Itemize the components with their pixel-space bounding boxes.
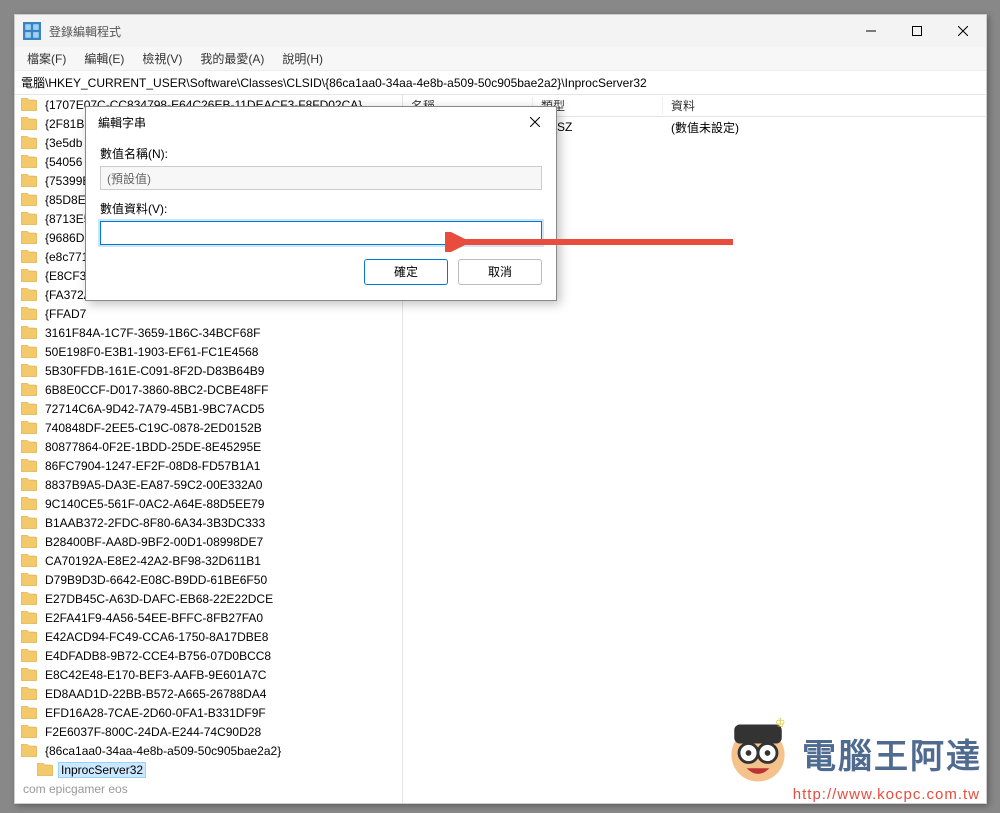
tree-item[interactable]: B28400BF-AA8D-9BF2-00D1-08998DE7 — [15, 532, 402, 551]
window-title: 登錄編輯程式 — [49, 23, 848, 40]
address-bar[interactable]: 電腦\HKEY_CURRENT_USER\Software\Classes\CL… — [15, 71, 986, 95]
tree-item-label: {e8c771 — [43, 250, 90, 264]
tree-item[interactable]: CA70192A-E8E2-42A2-BF98-32D611B1 — [15, 551, 402, 570]
svg-text:♔: ♔ — [775, 717, 785, 729]
value-name-input[interactable] — [100, 166, 542, 190]
app-icon — [23, 22, 41, 40]
tree-item-selected[interactable]: InprocServer32 — [15, 760, 402, 779]
tree-item[interactable]: {86ca1aa0-34aa-4e8b-a509-50c905bae2a2} — [15, 741, 402, 760]
cancel-button[interactable]: 取消 — [458, 259, 542, 285]
minimize-button[interactable] — [848, 15, 894, 47]
tree-item-label: B1AAB372-2FDC-8F80-6A34-3B3DC333 — [43, 516, 267, 530]
watermark-url: http://www.kocpc.com.tw — [793, 786, 980, 803]
tree-item-label: ED8AAD1D-22BB-B572-A665-26788DA4 — [43, 687, 268, 701]
tree-item-label: E8C42E48-E170-BEF3-AAFB-9E601A7C — [43, 668, 268, 682]
value-data-input[interactable] — [100, 221, 542, 245]
tree-item[interactable]: 72714C6A-9D42-7A79-45B1-9BC7ACD5 — [15, 399, 402, 418]
tree-item-label: 86FC7904-1247-EF2F-08D8-FD57B1A1 — [43, 459, 262, 473]
dialog-buttons: 確定 取消 — [100, 259, 542, 285]
close-button[interactable] — [940, 15, 986, 47]
tree-item[interactable]: 3161F84A-1C7F-3659-1B6C-34BCF68F — [15, 323, 402, 342]
tree-item[interactable]: B1AAB372-2FDC-8F80-6A34-3B3DC333 — [15, 513, 402, 532]
tree-item-label: F2E6037F-800C-24DA-E244-74C90D28 — [43, 725, 263, 739]
tree-item-label: B28400BF-AA8D-9BF2-00D1-08998DE7 — [43, 535, 265, 549]
menu-edit[interactable]: 編輯(E) — [76, 48, 132, 69]
menu-help[interactable]: 說明(H) — [274, 48, 331, 69]
menubar: 檔案(F) 編輯(E) 檢視(V) 我的最愛(A) 說明(H) — [15, 47, 986, 71]
tree-item-label: 740848DF-2EE5-C19C-0878-2ED0152B — [43, 421, 264, 435]
tree-item[interactable]: E2FA41F9-4A56-54EE-BFFC-8FB27FA0 — [15, 608, 402, 627]
watermark-mascot: ♔ — [720, 715, 796, 791]
tree-item-label: 6B8E0CCF-D017-3860-8BC2-DCBE48FF — [43, 383, 270, 397]
tree-item[interactable]: ED8AAD1D-22BB-B572-A665-26788DA4 — [15, 684, 402, 703]
edit-string-dialog: 編輯字串 數值名稱(N): 數值資料(V): 確定 取消 — [85, 106, 557, 301]
tree-item-label: 8837B9A5-DA3E-EA87-59C2-00E332A0 — [43, 478, 264, 492]
maximize-button[interactable] — [894, 15, 940, 47]
tree-item-label: 50E198F0-E3B1-1903-EF61-FC1E4568 — [43, 345, 260, 359]
value-name-label: 數值名稱(N): — [100, 145, 542, 162]
tree-item[interactable]: com epicgamer eos — [15, 779, 402, 798]
tree-item-label: {54056 — [43, 155, 84, 169]
tree-item-label: CA70192A-E8E2-42A2-BF98-32D611B1 — [43, 554, 263, 568]
dialog-titlebar: 編輯字串 — [86, 107, 556, 137]
tree-item-label: E42ACD94-FC49-CCA6-1750-8A17DBE8 — [43, 630, 270, 644]
window-controls — [848, 15, 986, 47]
dialog-title: 編輯字串 — [98, 114, 516, 131]
tree-item[interactable]: 9C140CE5-561F-0AC2-A64E-88D5EE79 — [15, 494, 402, 513]
tree-item[interactable]: E8C42E48-E170-BEF3-AAFB-9E601A7C — [15, 665, 402, 684]
tree-item[interactable]: 8837B9A5-DA3E-EA87-59C2-00E332A0 — [15, 475, 402, 494]
tree-item-label: 80877864-0F2E-1BDD-25DE-8E45295E — [43, 440, 263, 454]
menu-view[interactable]: 檢視(V) — [134, 48, 190, 69]
tree-item-label: {86ca1aa0-34aa-4e8b-a509-50c905bae2a2} — [43, 744, 283, 758]
tree-item-label: {85D8E — [43, 193, 88, 207]
tree-item-label: 72714C6A-9D42-7A79-45B1-9BC7ACD5 — [43, 402, 266, 416]
tree-item[interactable]: 6B8E0CCF-D017-3860-8BC2-DCBE48FF — [15, 380, 402, 399]
tree-item-label: {FFAD7 — [43, 307, 88, 321]
tree-item[interactable]: E4DFADB8-9B72-CCE4-B756-07D0BCC8 — [15, 646, 402, 665]
col-data[interactable]: 資料 — [663, 97, 986, 114]
tree-item-label: 9C140CE5-561F-0AC2-A64E-88D5EE79 — [43, 497, 266, 511]
tree-item[interactable]: 80877864-0F2E-1BDD-25DE-8E45295E — [15, 437, 402, 456]
tree-item[interactable]: D79B9D3D-6642-E08C-B9DD-61BE6F50 — [15, 570, 402, 589]
cell-data: (數值未設定) — [663, 119, 986, 136]
tree-item-label: EFD16A28-7CAE-2D60-0FA1-B331DF9F — [43, 706, 268, 720]
tree-item[interactable]: E42ACD94-FC49-CCA6-1750-8A17DBE8 — [15, 627, 402, 646]
tree-item-label: E4DFADB8-9B72-CCE4-B756-07D0BCC8 — [43, 649, 273, 663]
tree-item-label: D79B9D3D-6642-E08C-B9DD-61BE6F50 — [43, 573, 269, 587]
tree-item-label: 5B30FFDB-161E-C091-8F2D-D83B64B9 — [43, 364, 266, 378]
tree-item[interactable]: EFD16A28-7CAE-2D60-0FA1-B331DF9F — [15, 703, 402, 722]
address-text: 電腦\HKEY_CURRENT_USER\Software\Classes\CL… — [21, 74, 647, 91]
tree-item[interactable]: 86FC7904-1247-EF2F-08D8-FD57B1A1 — [15, 456, 402, 475]
dialog-close-button[interactable] — [516, 107, 554, 137]
tree-item[interactable]: F2E6037F-800C-24DA-E244-74C90D28 — [15, 722, 402, 741]
titlebar: 登錄編輯程式 — [15, 15, 986, 47]
tree-item[interactable]: E27DB45C-A63D-DAFC-EB68-22E22DCE — [15, 589, 402, 608]
tree-item[interactable]: 740848DF-2EE5-C19C-0878-2ED0152B — [15, 418, 402, 437]
tree-item[interactable]: 50E198F0-E3B1-1903-EF61-FC1E4568 — [15, 342, 402, 361]
tree-item-label: 3161F84A-1C7F-3659-1B6C-34BCF68F — [43, 326, 262, 340]
watermark-text: 電腦王阿達 — [802, 729, 982, 778]
tree-item[interactable]: 5B30FFDB-161E-C091-8F2D-D83B64B9 — [15, 361, 402, 380]
dialog-body: 數值名稱(N): 數值資料(V): 確定 取消 — [86, 137, 556, 300]
tree-item-label: E2FA41F9-4A56-54EE-BFFC-8FB27FA0 — [43, 611, 265, 625]
tree-item-label: {9686D — [43, 231, 86, 245]
menu-favorites[interactable]: 我的最愛(A) — [192, 48, 272, 69]
tree-item-label: E27DB45C-A63D-DAFC-EB68-22E22DCE — [43, 592, 275, 606]
tree-item-label: {3e5db — [43, 136, 84, 150]
watermark: ♔ 電腦王阿達 — [720, 715, 982, 791]
menu-file[interactable]: 檔案(F) — [19, 48, 74, 69]
tree-item-label: InprocServer32 — [59, 763, 145, 777]
ok-button[interactable]: 確定 — [364, 259, 448, 285]
value-data-label: 數值資料(V): — [100, 200, 542, 217]
tree-item[interactable]: {FFAD7 — [15, 304, 402, 323]
